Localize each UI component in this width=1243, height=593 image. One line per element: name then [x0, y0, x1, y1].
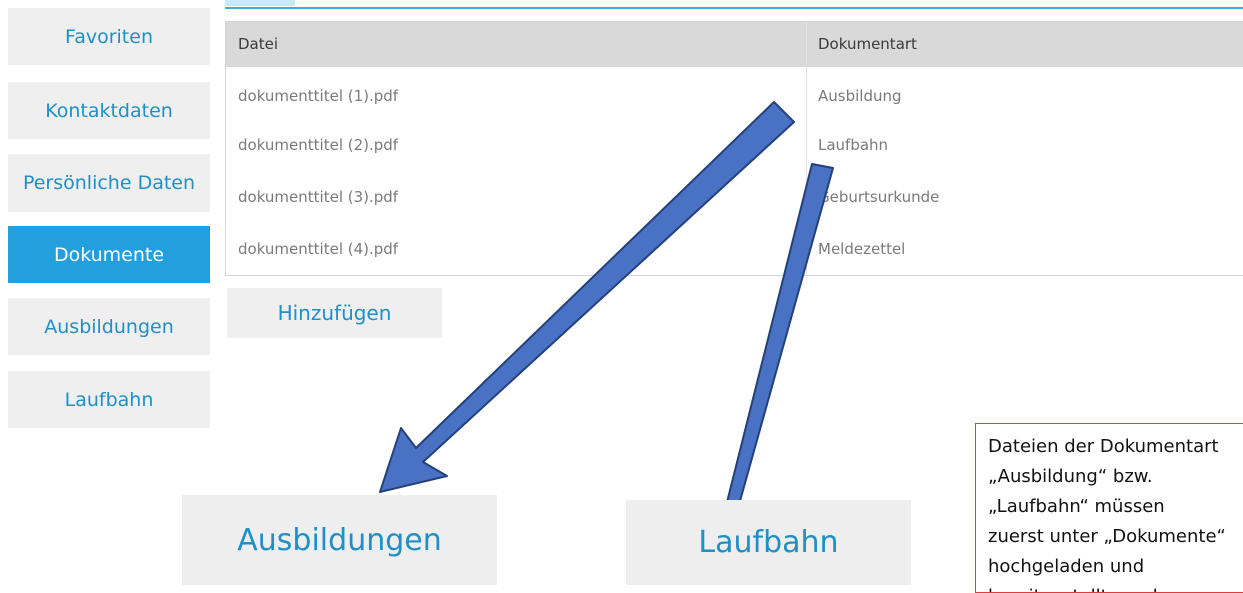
laufbahn-zoom-label: Laufbahn: [698, 525, 839, 560]
annotation-note: Dateien der Dokumentart „Ausbildung“ bzw…: [975, 423, 1243, 593]
laufbahn-zoom-button[interactable]: Laufbahn: [626, 500, 911, 585]
ausbildungen-zoom-button[interactable]: Ausbildungen: [182, 495, 497, 585]
ausbildungen-zoom-label: Ausbildungen: [237, 522, 442, 558]
arrow-to-ausbildungen: [379, 101, 795, 493]
